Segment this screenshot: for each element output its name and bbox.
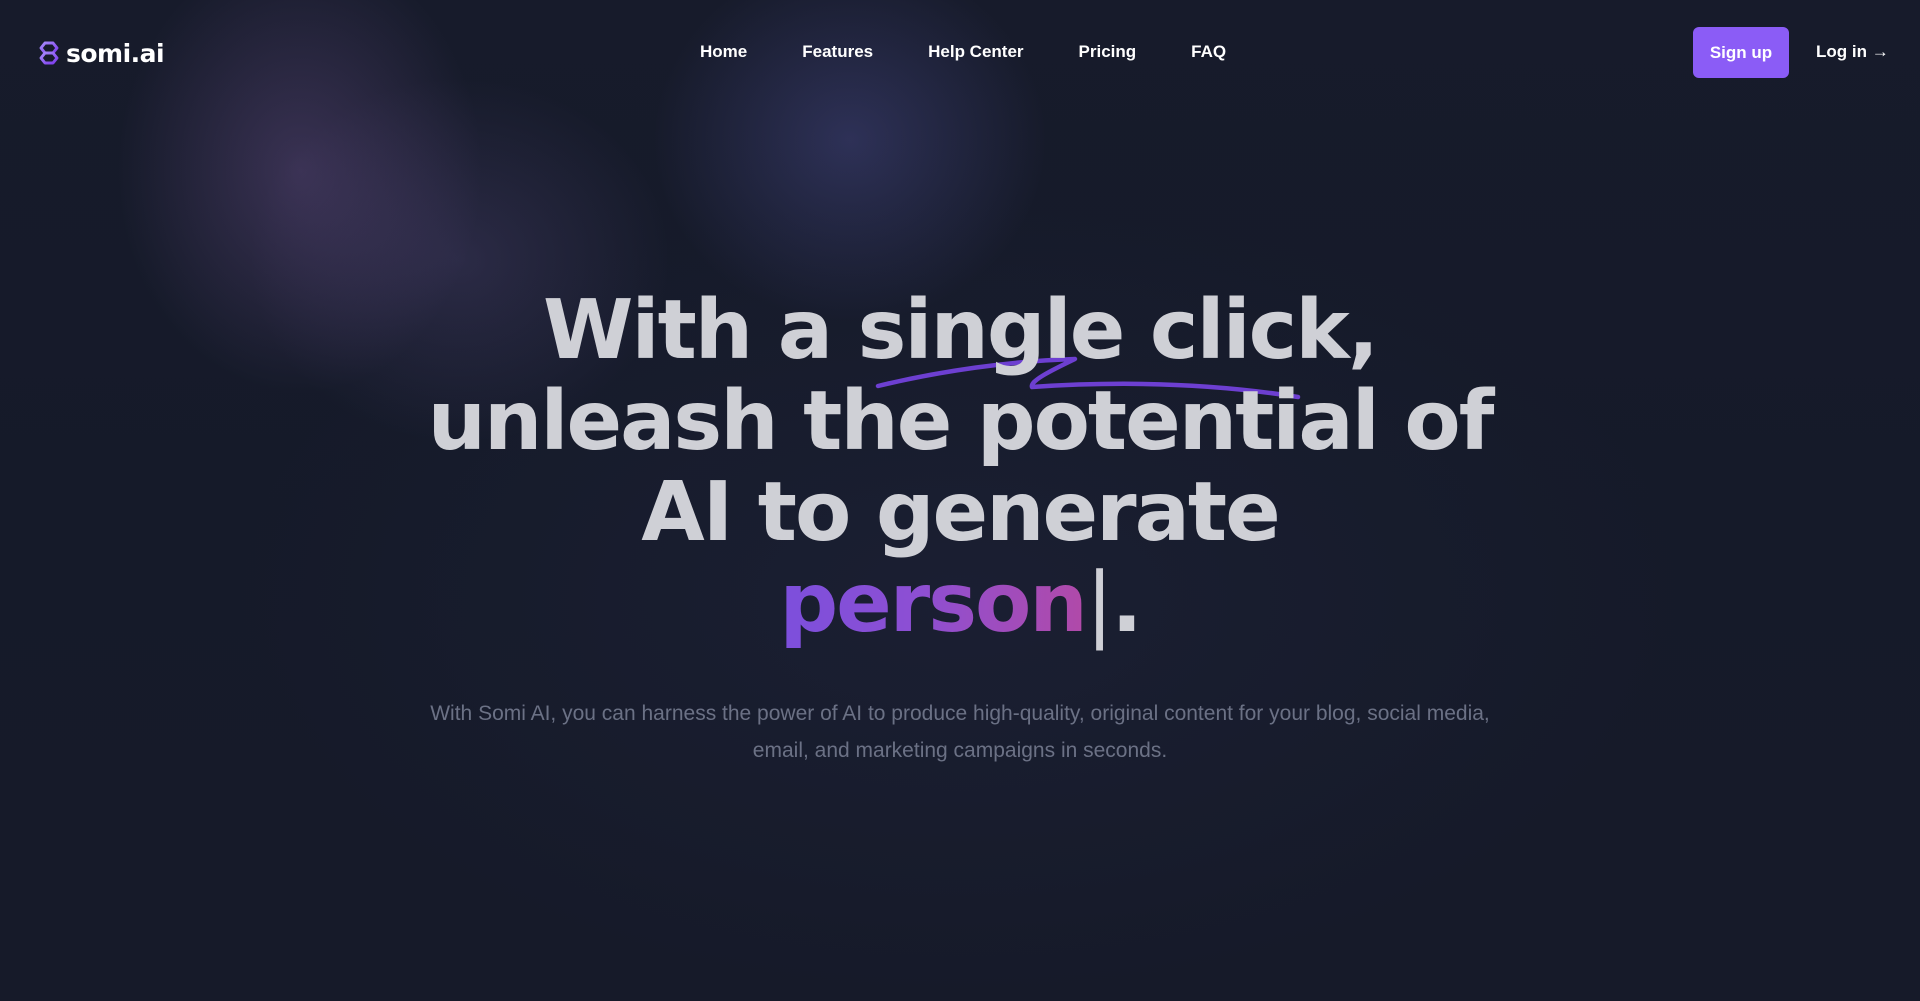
brand-logo[interactable]: somi.ai (36, 36, 165, 70)
signup-button[interactable]: Sign up (1693, 27, 1789, 78)
hero-subtitle: With Somi AI, you can harness the power … (430, 702, 1490, 762)
nav-item-home[interactable]: Home (700, 38, 747, 68)
headline-line-2: unleash the potential of (427, 374, 1495, 469)
nav-item-faq[interactable]: FAQ (1191, 38, 1226, 68)
typing-cursor: | (1085, 556, 1114, 651)
headline-line-1: With a single click, (543, 283, 1379, 378)
main-nav: Home Features Help Center Pricing FAQ (700, 38, 1226, 68)
headline-line-3: AI to generate (641, 465, 1281, 560)
hexagon-link-icon (39, 41, 59, 65)
typed-word: person (779, 556, 1087, 651)
nav-item-features[interactable]: Features (802, 38, 873, 68)
nav-item-help-center[interactable]: Help Center (928, 38, 1023, 68)
landing-page: somi.ai Home Features Help Center Pricin… (0, 0, 1920, 1001)
hero-section: With a single click, unleash the potenti… (360, 285, 1560, 649)
nav-item-pricing[interactable]: Pricing (1079, 38, 1137, 68)
hero-headline: With a single click, unleash the potenti… (360, 285, 1560, 649)
site-header: somi.ai Home Features Help Center Pricin… (0, 0, 1920, 104)
brand-name: somi.ai (66, 38, 165, 68)
headline-line-4: person|. (360, 558, 1560, 649)
headline-period: . (1111, 556, 1142, 651)
login-link[interactable]: Log in → (1816, 42, 1889, 62)
